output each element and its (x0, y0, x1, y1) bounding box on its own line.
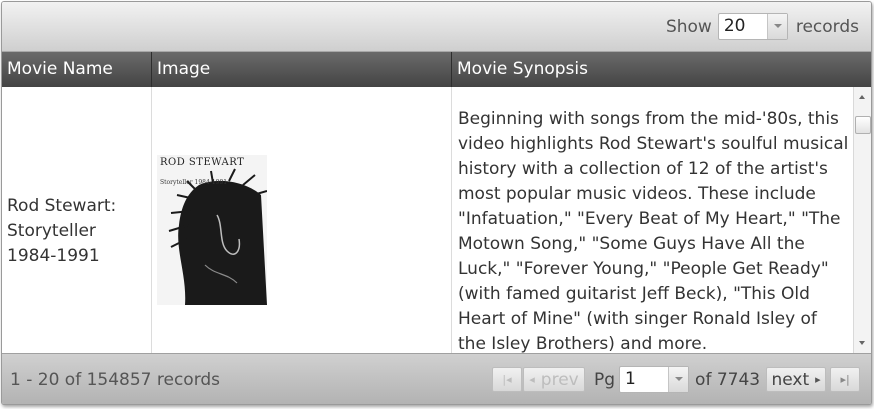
page-size-select[interactable]: 20 (717, 13, 788, 40)
chevron-down-icon (773, 24, 782, 28)
last-page-button[interactable]: ▸| (830, 367, 861, 392)
poster-artwork (157, 155, 267, 305)
movie-data-grid: Show 20 records Movie Name Image Movie S… (1, 1, 872, 405)
vertical-scrollbar[interactable] (853, 87, 871, 353)
image-cell: ROD STEWART Storyteller 1984-1991 (152, 87, 452, 353)
prev-arrow-icon: ◂ (529, 373, 535, 386)
column-header-row: Movie Name Image Movie Synopsis (2, 52, 871, 87)
synopsis-cell: Beginning with songs from the mid-'80s, … (452, 87, 854, 353)
next-label: next (771, 369, 810, 390)
scrollbar-thumb[interactable] (855, 116, 871, 134)
records-label: records (795, 16, 859, 37)
chevron-down-icon (675, 377, 684, 381)
table-row[interactable]: Rod Stewart: Storyteller 1984-1991 ROD S… (2, 87, 871, 353)
next-page-button[interactable]: next ▸ (766, 367, 827, 392)
poster-title: ROD STEWART (160, 157, 245, 168)
first-page-icon: |◂ (502, 373, 512, 386)
scroll-down-icon[interactable] (859, 341, 865, 345)
first-page-button[interactable]: |◂ (492, 367, 522, 392)
page-size-value: 20 (723, 16, 746, 36)
last-page-icon: ▸| (840, 373, 850, 386)
poster-subtitle: Storyteller 1984-1991 (160, 179, 228, 186)
total-pages-label: of 7743 (695, 369, 761, 390)
column-header-image[interactable]: Image (152, 52, 452, 87)
synopsis-text: Beginning with songs from the mid-'80s, … (458, 109, 849, 353)
movie-name-cell: Rod Stewart: Storyteller 1984-1991 (2, 87, 152, 353)
page-label: Pg (594, 369, 616, 390)
page-dropdown-button[interactable] (668, 367, 689, 392)
scroll-up-icon[interactable] (859, 95, 865, 99)
current-page-value: 1 (625, 369, 636, 389)
page-size-control: Show 20 records (666, 13, 859, 40)
pager-footer: 1 - 20 of 154857 records |◂ ◂ prev Pg 1 … (2, 353, 871, 404)
show-label: Show (665, 16, 712, 37)
pager-controls: |◂ ◂ prev Pg 1 of 7743 next ▸ ▸| (492, 366, 861, 393)
movie-poster-image: ROD STEWART Storyteller 1984-1991 (157, 155, 267, 305)
top-toolbar: Show 20 records (2, 2, 871, 52)
prev-label: prev (540, 369, 579, 390)
column-header-synopsis[interactable]: Movie Synopsis (452, 52, 871, 87)
movie-name-text: Rod Stewart: Storyteller 1984-1991 (7, 196, 117, 266)
current-page-select[interactable]: 1 (619, 366, 690, 393)
column-header-movie-name[interactable]: Movie Name (2, 52, 152, 87)
prev-page-button[interactable]: ◂ prev (523, 367, 585, 392)
page-size-dropdown-button[interactable] (766, 14, 787, 39)
records-info: 1 - 20 of 154857 records (10, 370, 221, 390)
next-arrow-icon: ▸ (815, 373, 821, 386)
